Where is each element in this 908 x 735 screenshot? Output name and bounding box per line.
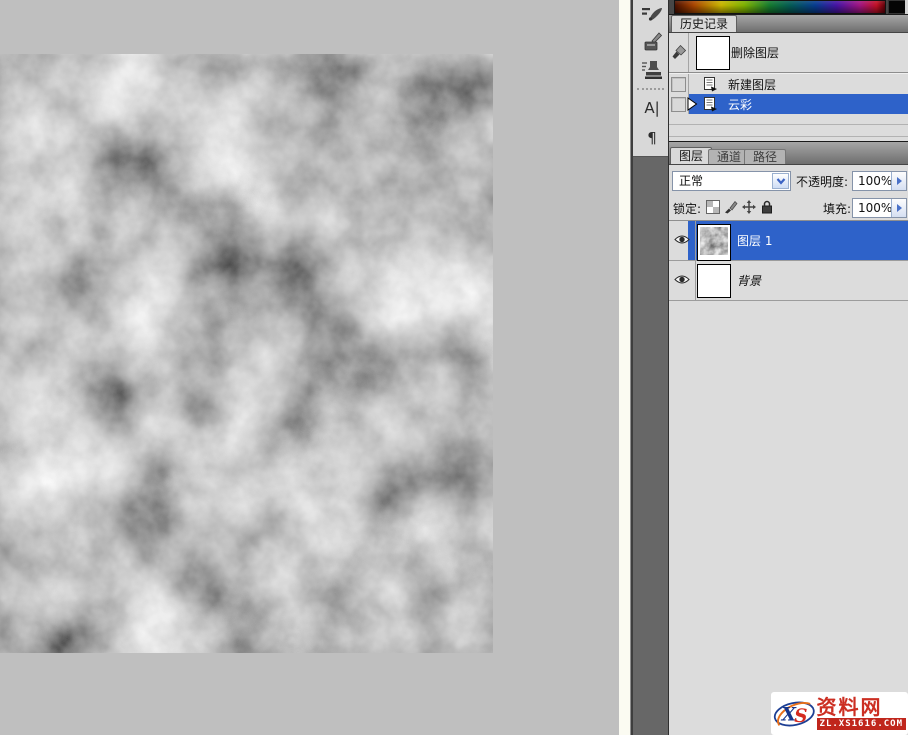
eye-icon[interactable] <box>674 234 690 245</box>
history-snapshot-row[interactable]: 删除图层 <box>669 33 908 73</box>
layer-name[interactable]: 图层 1 <box>737 221 772 260</box>
lock-label: 锁定: <box>673 196 701 220</box>
clouds-render <box>0 54 493 653</box>
watermark-url: ZL.XS1616.COM <box>817 718 906 730</box>
tool-presets-panel-icon[interactable] <box>640 30 664 54</box>
fill-label: 填充: <box>823 196 851 220</box>
history-state-row-selected[interactable]: 云彩 <box>669 94 908 114</box>
snapshot-thumbnail[interactable] <box>696 36 730 70</box>
panels-column: 历史记录 删除图层 新建图层 <box>668 0 908 735</box>
opacity-popup-button[interactable] <box>891 172 906 190</box>
brushes-panel-icon[interactable] <box>640 2 664 26</box>
history-source-well[interactable] <box>671 77 686 92</box>
history-action-icon <box>702 96 718 112</box>
combo-dropdown-button[interactable] <box>772 173 789 189</box>
history-state-label: 云彩 <box>728 94 752 114</box>
layer-row-selected[interactable]: 图层 1 <box>669 220 908 261</box>
history-brush-source-icon[interactable] <box>672 45 686 60</box>
canvas-workspace <box>0 0 619 735</box>
layers-tabbar: 图层 通道 路径 <box>669 141 908 165</box>
panel-divider <box>669 136 908 137</box>
clouds-thumbnail <box>700 227 728 255</box>
layer-row-background[interactable]: 背景 <box>669 261 908 301</box>
lock-pixels-icon[interactable] <box>724 200 738 214</box>
fill-popup-button[interactable] <box>891 199 906 217</box>
lock-position-icon[interactable] <box>742 200 756 214</box>
panel-dock-icons: A| ¶ <box>633 0 668 157</box>
lock-all-icon[interactable] <box>760 200 774 214</box>
selection-highlight <box>688 94 908 114</box>
tab-history[interactable]: 历史记录 <box>671 15 737 32</box>
watermark-site-name: 资料网 <box>817 697 883 717</box>
fill-field[interactable]: 100% <box>852 198 907 218</box>
layer-thumbnail[interactable] <box>697 224 731 261</box>
history-source-well[interactable] <box>671 97 686 112</box>
character-panel-icon[interactable]: A| <box>640 96 664 120</box>
opacity-value: 100% <box>858 172 892 190</box>
svg-text:S: S <box>794 706 807 727</box>
color-spectrum-bar[interactable] <box>674 0 886 14</box>
color-panel-bottom <box>669 0 908 14</box>
history-state-row[interactable]: 新建图层 <box>669 74 908 94</box>
scrollbar-track[interactable] <box>619 0 631 735</box>
document-canvas[interactable] <box>0 54 493 653</box>
history-tabbar: 历史记录 <box>669 14 908 33</box>
eye-icon[interactable] <box>674 274 690 285</box>
chevron-down-icon <box>776 178 786 185</box>
history-state-label: 新建图层 <box>728 74 776 94</box>
layer-comps-panel-icon[interactable] <box>640 58 664 82</box>
blend-mode-value: 正常 <box>679 172 703 190</box>
dock-separator <box>637 88 664 90</box>
layer-name[interactable]: 背景 <box>737 261 761 300</box>
layers-lock-row: 锁定: 填充: 100% <box>669 196 908 220</box>
tab-layers[interactable]: 图层 <box>670 147 712 164</box>
arrow-right-icon <box>897 204 902 212</box>
arrow-right-icon <box>897 177 902 185</box>
history-slider-pointer-icon[interactable] <box>687 97 698 111</box>
snapshot-label: 删除图层 <box>731 33 779 72</box>
panel-dock: A| ¶ <box>631 0 668 735</box>
opacity-field[interactable]: 100% <box>852 171 907 191</box>
xs-logo-icon: X S <box>773 694 816 734</box>
history-action-icon <box>702 76 718 92</box>
blend-mode-select[interactable]: 正常 <box>672 171 791 191</box>
paragraph-panel-icon[interactable]: ¶ <box>640 126 664 150</box>
tab-paths[interactable]: 路径 <box>744 149 786 164</box>
layers-options-row: 正常 不透明度: 100% <box>669 165 908 196</box>
opacity-label: 不透明度: <box>796 171 848 191</box>
panel-divider <box>669 124 908 125</box>
lock-transparency-icon[interactable] <box>706 200 720 214</box>
layer-thumbnail[interactable] <box>697 264 731 298</box>
fill-value: 100% <box>858 199 892 217</box>
watermark-logo: X S 资料网 ZL.XS1616.COM <box>771 692 908 735</box>
